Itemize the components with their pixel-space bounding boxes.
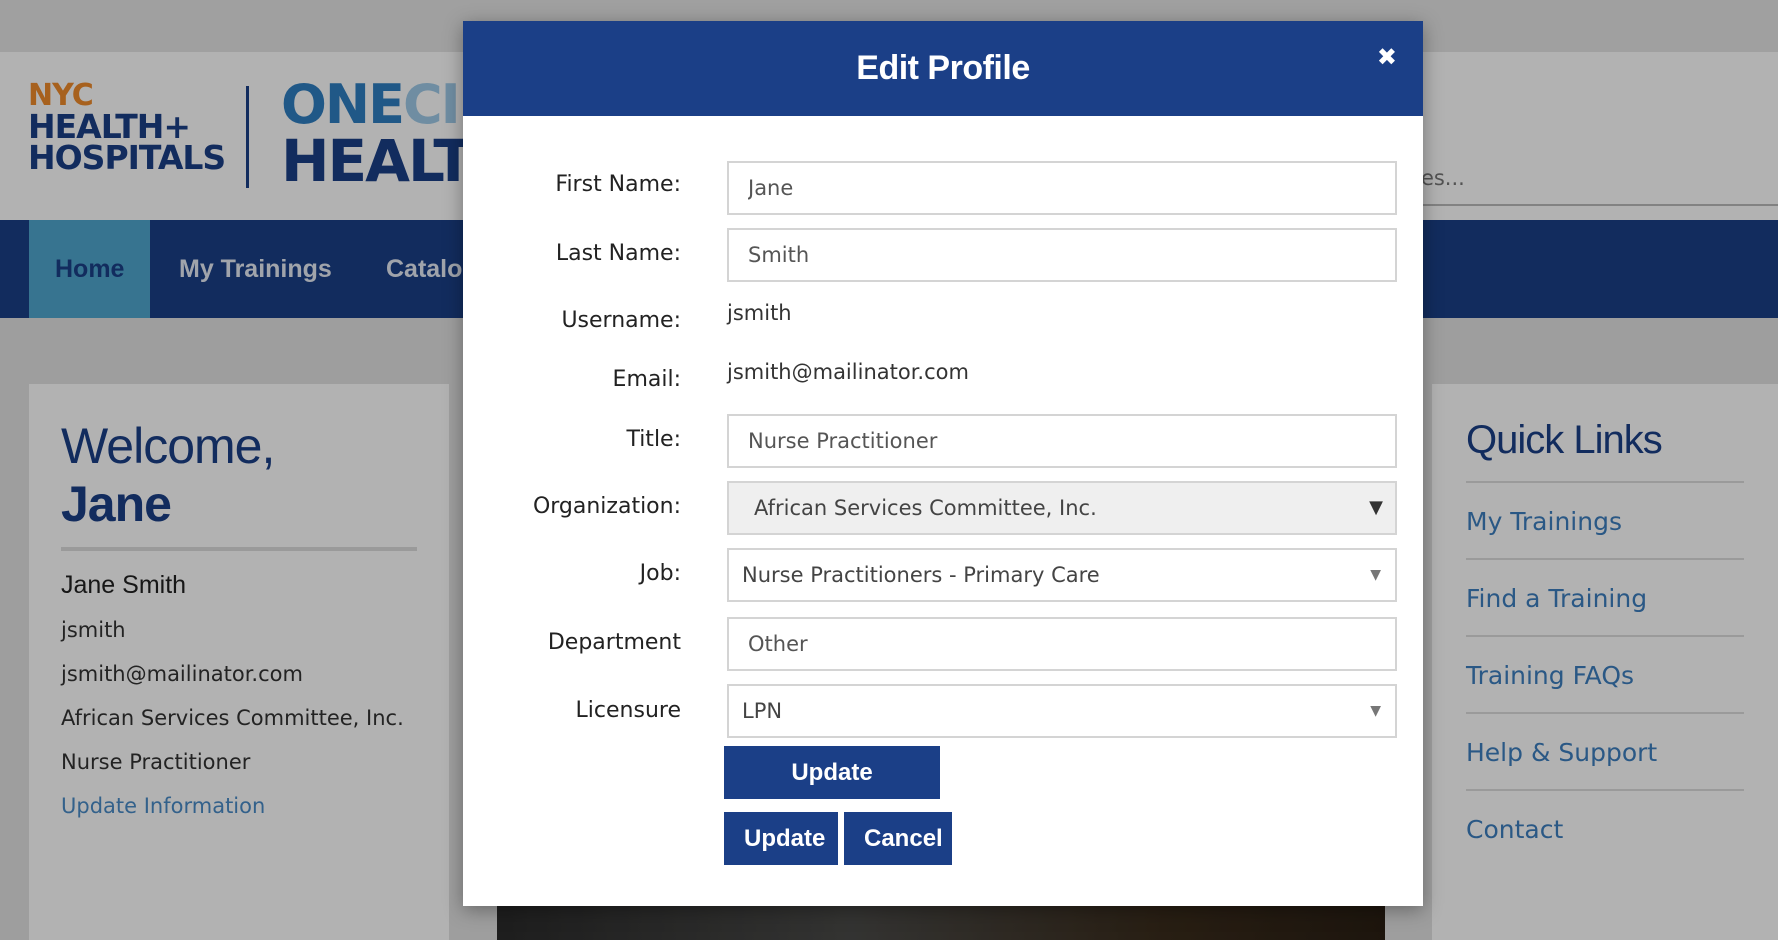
job-select[interactable]: Nurse Practitioners - Primary Care ▼ (727, 548, 1397, 602)
licensure-control: LPN ▼ (727, 684, 1397, 738)
close-icon[interactable]: ✖ (1377, 43, 1397, 71)
modal-header: Edit Profile ✖ (463, 21, 1423, 116)
modal-title: Edit Profile (856, 49, 1030, 87)
title-label: Title: (626, 427, 681, 452)
licensure-value: LPN (742, 699, 783, 723)
first-name-control (727, 161, 1397, 215)
chevron-down-icon: ▼ (1370, 567, 1381, 583)
organization-control: African Services Committee, Inc. ▼ (727, 481, 1397, 535)
organization-label: Organization: (532, 494, 681, 519)
title-control (727, 414, 1397, 468)
organization-value: African Services Committee, Inc. (754, 496, 1097, 520)
username-value: jsmith (727, 301, 792, 325)
email-label: Email: (612, 367, 681, 392)
department-input[interactable] (727, 617, 1397, 671)
last-name-control (727, 228, 1397, 282)
email-value: jsmith@mailinator.com (727, 360, 969, 384)
caret-down-icon: ▼ (1369, 497, 1383, 518)
cancel-button[interactable]: Cancel (844, 812, 952, 865)
department-control (727, 617, 1397, 671)
username-label: Username: (561, 308, 681, 333)
department-label: Department (547, 630, 681, 655)
chevron-down-icon: ▼ (1370, 703, 1381, 719)
first-name-label: First Name: (555, 172, 681, 197)
organization-select: African Services Committee, Inc. ▼ (727, 481, 1397, 535)
last-name-label: Last Name: (555, 241, 681, 266)
update-button[interactable]: Update (724, 812, 838, 865)
first-name-input[interactable] (727, 161, 1397, 215)
title-input[interactable] (727, 414, 1397, 468)
licensure-select[interactable]: LPN ▼ (727, 684, 1397, 738)
edit-profile-modal: Edit Profile ✖ First Name: Last Name: Us… (463, 21, 1423, 906)
licensure-label: Licensure (575, 698, 681, 723)
job-value: Nurse Practitioners - Primary Care (742, 563, 1100, 587)
job-label: Job: (639, 561, 681, 586)
job-control: Nurse Practitioners - Primary Care ▼ (727, 548, 1397, 602)
update-password-button[interactable]: Update Password (724, 746, 940, 839)
last-name-input[interactable] (727, 228, 1397, 282)
